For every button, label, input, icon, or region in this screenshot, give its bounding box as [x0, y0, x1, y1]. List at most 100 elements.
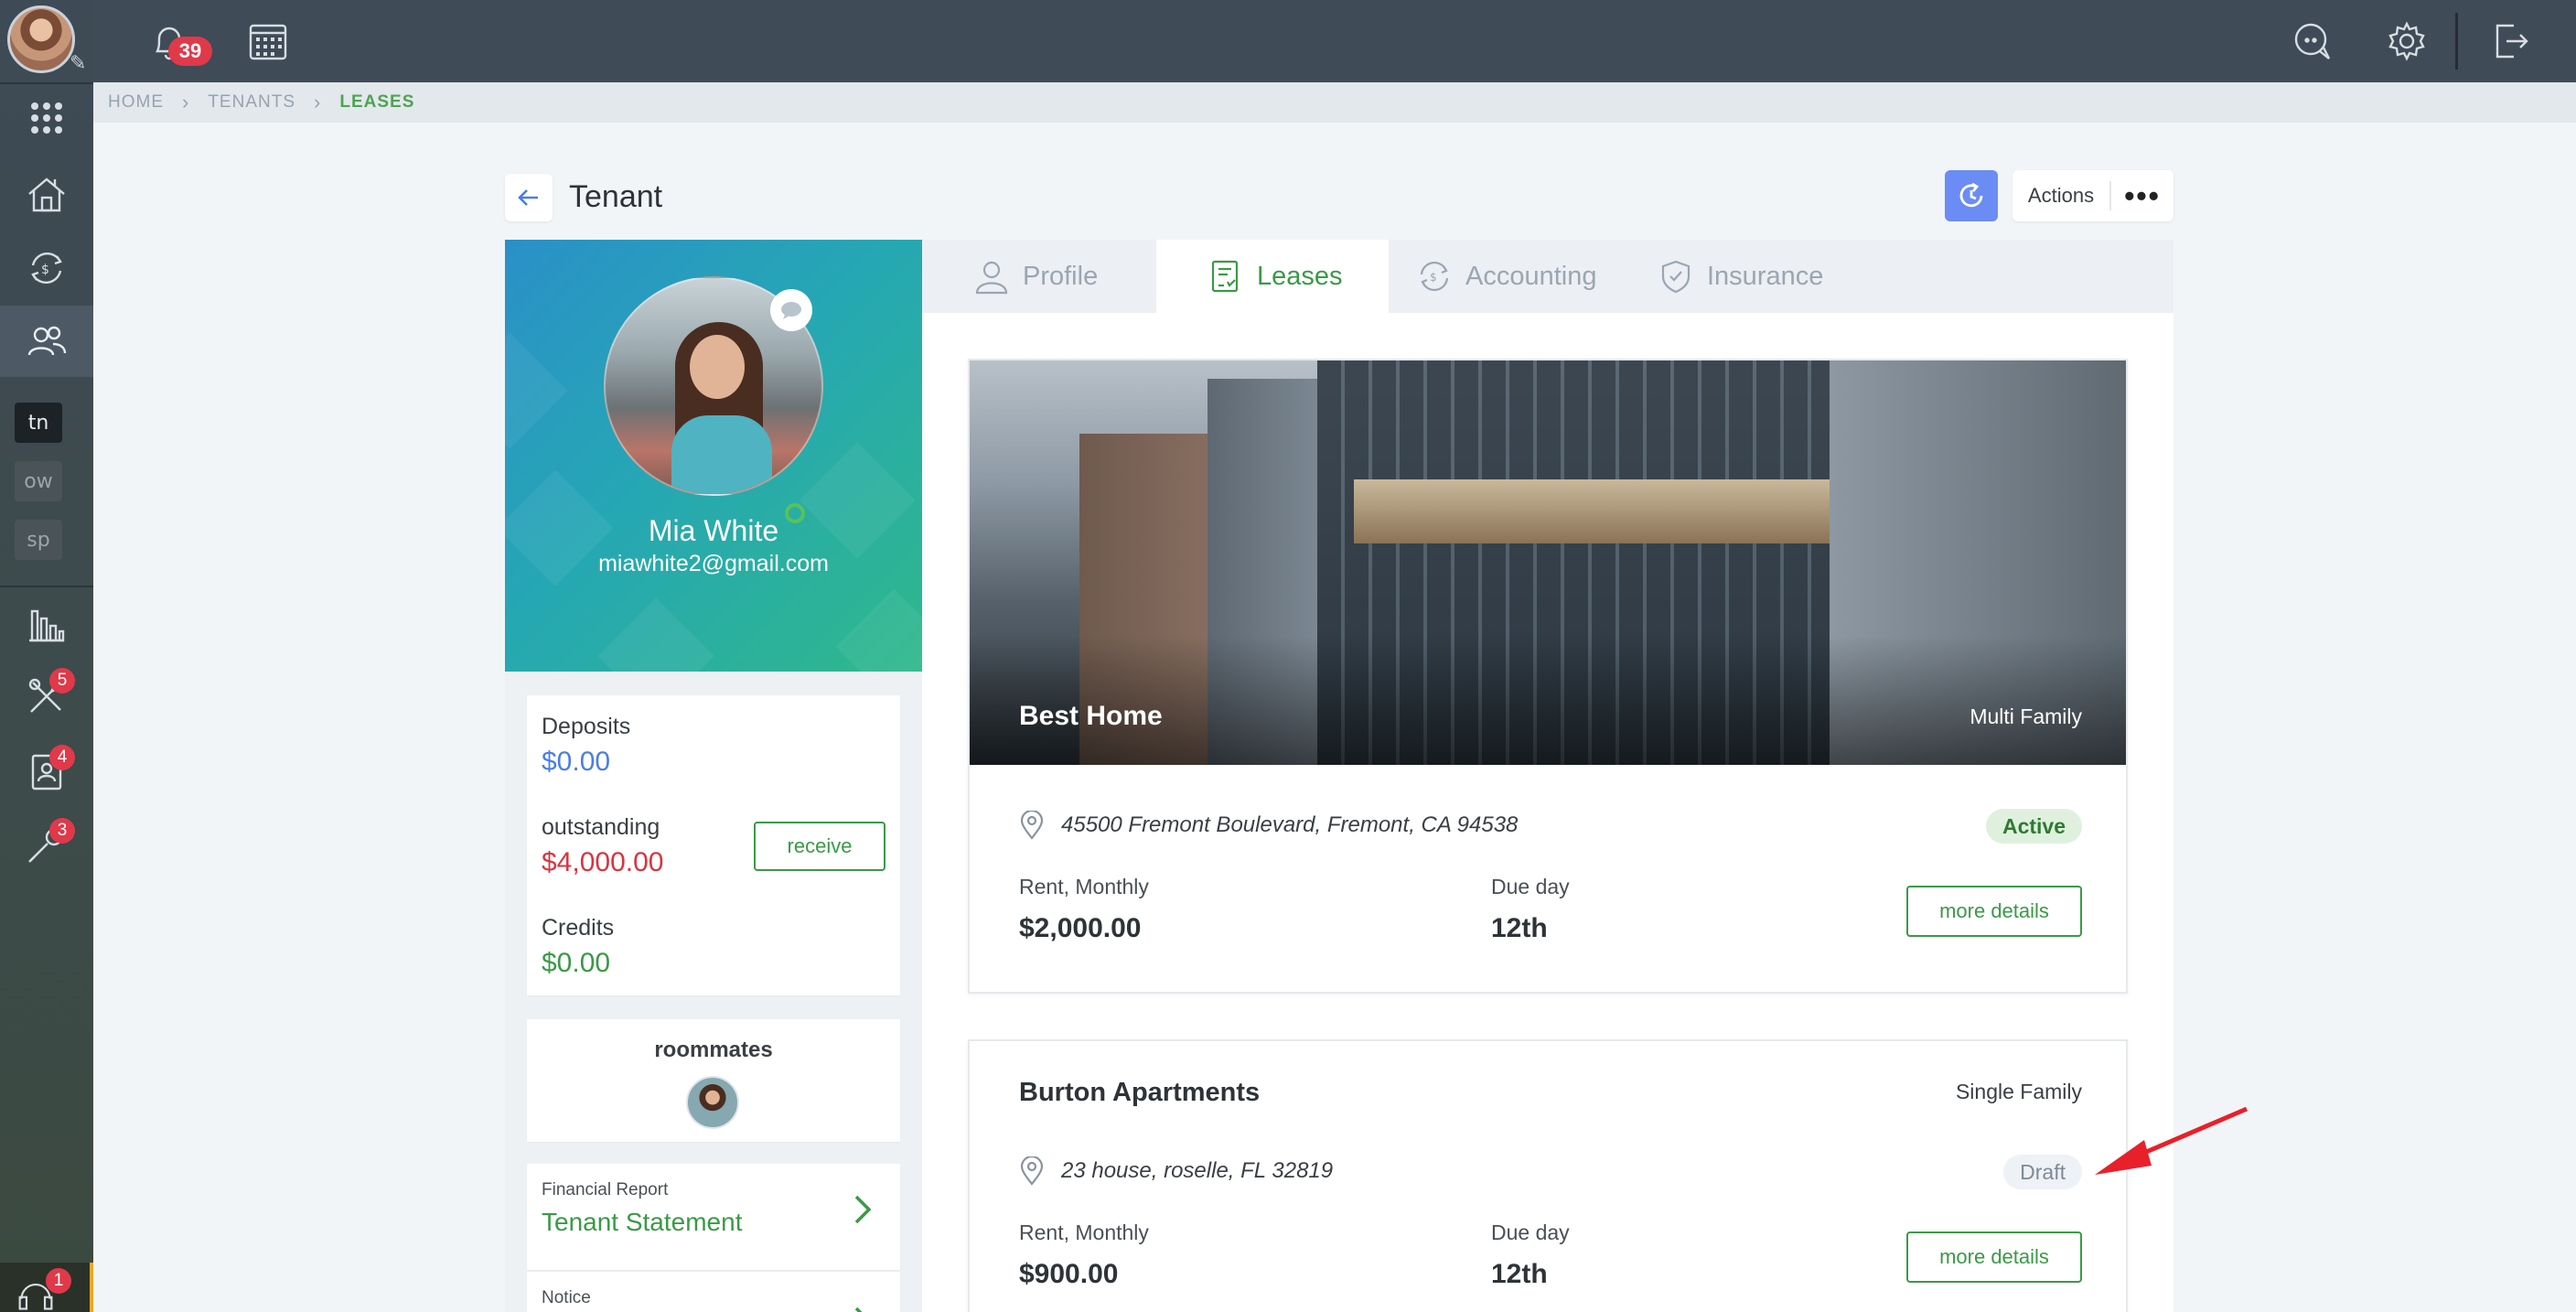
money-cycle-icon: $ [31, 252, 62, 285]
apps-grid-icon [31, 102, 62, 134]
tab-accounting[interactable]: $ Accounting [1416, 240, 1597, 313]
address-text: 45500 Fremont Boulevard, Fremont, CA 945… [1061, 812, 1519, 837]
breadcrumb: HOME › TENANTS › LEASES [93, 82, 2576, 123]
logout-button[interactable] [2485, 16, 2534, 66]
applications-badge: 4 [49, 745, 75, 770]
logout-icon [2496, 24, 2528, 59]
breadcrumb-leases: LEASES [339, 92, 415, 112]
gear-icon [2388, 21, 2425, 61]
tenant-profile-card: Mia White miawhite2@gmail.com [505, 240, 922, 672]
sidebar-item-apps[interactable] [0, 82, 93, 154]
chat-bubble-icon [781, 302, 801, 319]
sidebar-item-support[interactable]: 1 [0, 1263, 93, 1312]
more-options-icon[interactable]: ••• [2111, 181, 2174, 210]
decorative-shape [597, 597, 714, 672]
decorative-shape [835, 588, 922, 672]
svg-text:$: $ [1430, 271, 1437, 284]
sidebar-item-properties[interactable] [0, 159, 93, 231]
financial-report-link[interactable]: Financial Report Tenant Statement [527, 1164, 900, 1270]
more-details-button[interactable]: more details [1906, 886, 2082, 937]
notice-link[interactable]: Notice [527, 1272, 900, 1312]
due-day-label: Due day [1491, 1221, 1570, 1244]
sidebar-item-tools[interactable]: 3 [0, 809, 93, 880]
chat-button[interactable] [2287, 16, 2336, 66]
breadcrumb-home[interactable]: HOME [108, 92, 164, 113]
outstanding-value: $4,000.00 [542, 847, 664, 877]
maintenance-badge: 5 [49, 668, 75, 694]
settings-button[interactable] [2382, 16, 2431, 66]
shield-icon [1661, 260, 1690, 294]
decorative-shape [505, 332, 568, 449]
tab-profile-label: Profile [1023, 261, 1099, 291]
actions-menu[interactable]: Actions ••• [2012, 170, 2174, 221]
switch-owner[interactable]: ow [15, 461, 62, 501]
back-button[interactable] [505, 174, 553, 221]
notification-count-badge: 39 [168, 37, 212, 66]
rent-value: $2,000.00 [1019, 913, 1142, 943]
support-badge: 1 [46, 1268, 71, 1294]
due-day-value: 12th [1491, 913, 1548, 943]
receive-button[interactable]: receive [754, 822, 886, 871]
credits-label: Credits [542, 915, 615, 941]
roommate-avatar[interactable] [686, 1076, 739, 1129]
person-icon [975, 261, 1008, 295]
status-badge: Active [1985, 809, 2082, 844]
tenant-tabs: Profile Leases $ Accounting Insurance [922, 240, 2174, 313]
tenant-email[interactable]: miawhite2@gmail.com [505, 551, 922, 577]
outstanding-label: outstanding [542, 814, 660, 840]
message-tenant-button[interactable] [770, 289, 812, 331]
due-day-value: 12th [1491, 1259, 1548, 1289]
switch-tenant[interactable]: tn [15, 403, 62, 443]
property-title: Burton Apartments [1019, 1078, 1261, 1107]
status-badge: Draft [2003, 1155, 2082, 1189]
page-title: Tenant [569, 179, 663, 214]
top-bar: 39 [93, 0, 2576, 82]
refresh-icon [1959, 182, 1983, 208]
refresh-button[interactable] [1945, 170, 1998, 221]
switch-service-pro[interactable]: sp [15, 520, 62, 560]
deposits-value: $0.00 [542, 747, 611, 777]
more-details-button[interactable]: more details [1906, 1231, 2082, 1283]
chat-icon [2294, 23, 2331, 59]
svg-text:$: $ [41, 263, 49, 277]
pin-icon[interactable]: ✎ [70, 51, 86, 75]
roommates-title: roommates [654, 1038, 773, 1062]
topbar-divider [2455, 13, 2458, 70]
rent-label: Rent, Monthly [1019, 875, 1149, 898]
tab-leases[interactable]: Leases [1156, 240, 1389, 313]
lease-card: Burton Apartments Single Family 23 house… [968, 1039, 2128, 1312]
sidebar-item-applications[interactable]: 4 [0, 736, 93, 807]
sidebar-item-tenants[interactable] [0, 306, 93, 377]
chevron-right-icon [854, 1195, 872, 1224]
calendar-icon [249, 24, 287, 60]
property-photo[interactable]: Best Home Multi Family [970, 360, 2126, 765]
location-pin-icon [1020, 811, 1044, 840]
credits-value: $0.00 [542, 948, 611, 978]
tab-accounting-label: Accounting [1465, 261, 1597, 291]
address-text: 23 house, roselle, FL 32819 [1061, 1158, 1334, 1183]
property-address: 23 house, roselle, FL 32819 [1019, 1156, 1333, 1186]
actions-button[interactable]: Actions [2012, 181, 2111, 210]
property-address: 45500 Fremont Boulevard, Fremont, CA 945… [1019, 811, 1518, 840]
lease-card: Best Home Multi Family 45500 Fremont Bou… [968, 359, 2128, 994]
rent-label: Rent, Monthly [1019, 1221, 1149, 1244]
finance-summary-panel: Deposits $0.00 outstanding $4,000.00 rec… [527, 695, 900, 995]
lease-document-icon [1211, 260, 1239, 293]
tab-insurance[interactable]: Insurance [1658, 240, 1823, 313]
deposits-label: Deposits [542, 714, 631, 739]
sidebar-item-reports[interactable] [0, 587, 93, 659]
user-avatar[interactable] [7, 5, 75, 73]
chevron-right-icon [854, 1307, 863, 1312]
breadcrumb-tenants[interactable]: TENANTS [208, 92, 295, 113]
tab-profile[interactable]: Profile [973, 240, 1098, 313]
tab-leases-label: Leases [1257, 261, 1343, 291]
sidebar-item-maintenance[interactable]: 5 [0, 661, 93, 732]
chevron-right-icon: › [314, 91, 322, 113]
calendar-button[interactable] [243, 16, 293, 66]
tenant-statement-link[interactable]: Tenant Statement [542, 1208, 742, 1237]
financial-report-label: Financial Report [542, 1180, 669, 1199]
sidebar-item-payments[interactable]: $ [0, 232, 93, 304]
arrow-left-icon [518, 189, 538, 206]
due-day-label: Due day [1491, 875, 1570, 898]
chevron-right-icon: › [182, 91, 190, 113]
